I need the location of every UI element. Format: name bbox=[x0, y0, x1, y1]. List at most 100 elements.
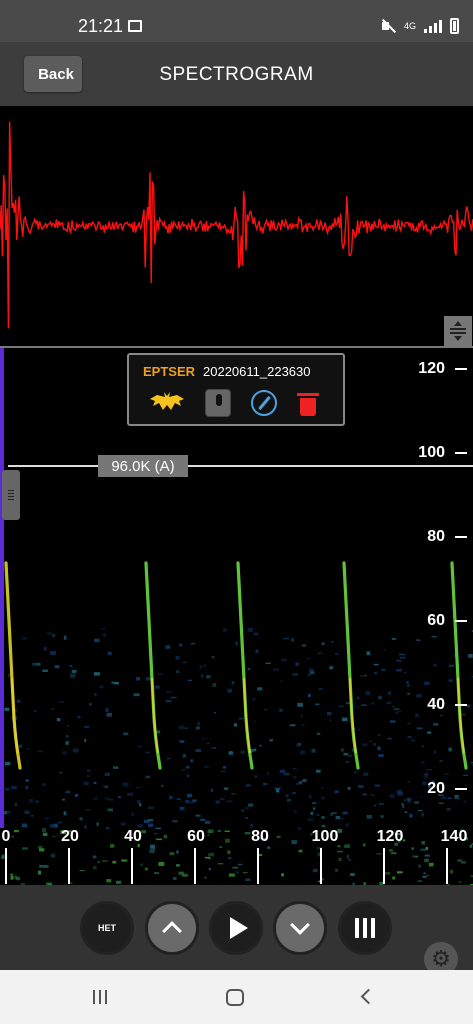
waveform-panel[interactable] bbox=[0, 106, 473, 346]
x-tick bbox=[320, 848, 322, 884]
spectrogram-pixel bbox=[307, 657, 310, 659]
spectrogram-pixel bbox=[244, 832, 251, 835]
spectrogram-pixel bbox=[343, 752, 349, 756]
spectrogram-pixel bbox=[104, 772, 110, 776]
spectrogram-pixel bbox=[211, 656, 215, 659]
spectrogram-pixel bbox=[39, 848, 45, 852]
spectrogram-pixel bbox=[361, 704, 368, 706]
frequency-marker-line[interactable] bbox=[8, 465, 473, 467]
status-time: 21:21 bbox=[78, 16, 124, 36]
spectrogram-pixel bbox=[366, 814, 372, 819]
spectrogram-pixel bbox=[28, 799, 33, 803]
microphone-icon[interactable] bbox=[205, 389, 231, 417]
spectrogram-pixel bbox=[424, 773, 428, 776]
spectrogram-pixel bbox=[327, 711, 332, 716]
play-button[interactable] bbox=[209, 901, 263, 955]
x-tick-label: 20 bbox=[61, 828, 79, 845]
spectrogram-pixel bbox=[415, 713, 419, 717]
spectrogram-pixel bbox=[428, 862, 434, 867]
network-label: 4G bbox=[403, 20, 416, 31]
spectrogram-pixel bbox=[110, 844, 115, 848]
spectrogram-pixel bbox=[169, 795, 173, 800]
spectrogram-pixel bbox=[57, 821, 63, 824]
het-button[interactable]: HET bbox=[80, 901, 134, 955]
home-icon[interactable] bbox=[226, 989, 244, 1006]
spectrogram-pixel bbox=[173, 877, 177, 880]
spectrogram-pixel bbox=[59, 771, 63, 774]
spectrogram-pixel bbox=[291, 638, 294, 642]
spectrogram-pixel bbox=[148, 806, 154, 809]
spectrogram-pixel bbox=[439, 760, 443, 762]
spectrogram-pixel bbox=[104, 797, 110, 800]
spectrogram-pixel bbox=[44, 817, 50, 819]
spectrogram-pixel bbox=[152, 847, 156, 850]
recents-icon[interactable] bbox=[93, 990, 107, 1004]
spectrogram-pixel bbox=[172, 820, 178, 823]
spectrogram-pixel bbox=[42, 832, 48, 837]
spectrogram-pixel bbox=[449, 869, 454, 874]
spectrogram-noise bbox=[1, 628, 473, 885]
spectrogram-pixel bbox=[149, 849, 155, 853]
spectrogram-pixel bbox=[342, 811, 348, 815]
spectrogram-pixel bbox=[316, 814, 320, 816]
menu-button[interactable] bbox=[338, 901, 392, 955]
bat-icon[interactable] bbox=[149, 390, 185, 416]
resize-icon[interactable] bbox=[444, 316, 472, 346]
spectrogram-pixel bbox=[373, 671, 378, 675]
spectrogram-pixel bbox=[312, 868, 318, 873]
spectrogram-pixel bbox=[458, 881, 462, 883]
spectrogram-pixel bbox=[348, 859, 351, 861]
spectrogram-pixel bbox=[148, 823, 154, 827]
spectrogram-pixel bbox=[274, 787, 281, 790]
spectrogram-pixel bbox=[291, 840, 297, 844]
spectrogram-pixel bbox=[335, 868, 339, 872]
spectrogram-pixel bbox=[406, 681, 409, 684]
spectrogram-pixel bbox=[307, 693, 311, 698]
x-tick-label: 40 bbox=[124, 828, 142, 845]
spectrogram-pixel bbox=[176, 864, 180, 867]
x-tick bbox=[68, 848, 70, 884]
x-tick bbox=[446, 848, 448, 884]
trash-icon[interactable] bbox=[297, 390, 319, 416]
side-drawer-handle[interactable] bbox=[2, 470, 20, 520]
spectrogram-pixel bbox=[266, 772, 270, 776]
spectrogram-pixel bbox=[267, 846, 271, 849]
x-tick-label: 100 bbox=[311, 828, 339, 845]
spectrogram-pixel bbox=[374, 784, 380, 787]
spectrogram-panel[interactable] bbox=[0, 348, 473, 885]
spectrogram-pixel bbox=[407, 781, 410, 783]
spectrogram-pixel bbox=[315, 703, 320, 706]
frequency-marker-label[interactable]: 96.0K (A) bbox=[98, 455, 188, 477]
spectrogram-pixel bbox=[292, 673, 298, 676]
spectrogram-pixel bbox=[370, 702, 375, 705]
spectrogram-pixel bbox=[399, 656, 406, 659]
spectrogram-pixel bbox=[138, 745, 142, 748]
spectrogram-pixel bbox=[10, 873, 13, 876]
compass-icon[interactable] bbox=[251, 390, 277, 416]
spectrogram-pixel bbox=[279, 769, 285, 773]
spectrogram-pixel bbox=[396, 668, 402, 672]
page-title: SPECTROGRAM bbox=[159, 64, 314, 85]
spectrogram-pixel bbox=[145, 751, 150, 754]
spectrogram-pixel bbox=[469, 844, 473, 848]
spectrogram-pixel bbox=[93, 866, 97, 870]
x-tick-label: 140 bbox=[440, 828, 468, 845]
spectrogram-pixel bbox=[107, 651, 112, 656]
spectrogram-pixel bbox=[204, 856, 210, 859]
scroll-up-button[interactable] bbox=[145, 901, 199, 955]
spectrogram-pixel bbox=[407, 684, 410, 687]
spectrogram-pixel bbox=[228, 873, 235, 877]
spectrogram-pixel bbox=[114, 682, 119, 685]
spectrogram-pixel bbox=[213, 712, 216, 714]
scroll-down-button[interactable] bbox=[273, 901, 327, 955]
bat-call-trace bbox=[342, 561, 360, 770]
y-tick bbox=[455, 788, 467, 790]
spectrogram-pixel bbox=[383, 649, 386, 651]
spectrogram-pixel bbox=[205, 820, 211, 824]
spectrogram-pixel bbox=[443, 773, 449, 775]
x-tick-label: 120 bbox=[376, 828, 404, 845]
spectrogram-pixel bbox=[127, 792, 134, 796]
spectrogram-pixel bbox=[161, 784, 164, 788]
spectrogram-pixel bbox=[378, 754, 384, 757]
spectrogram-pixel bbox=[295, 662, 299, 666]
